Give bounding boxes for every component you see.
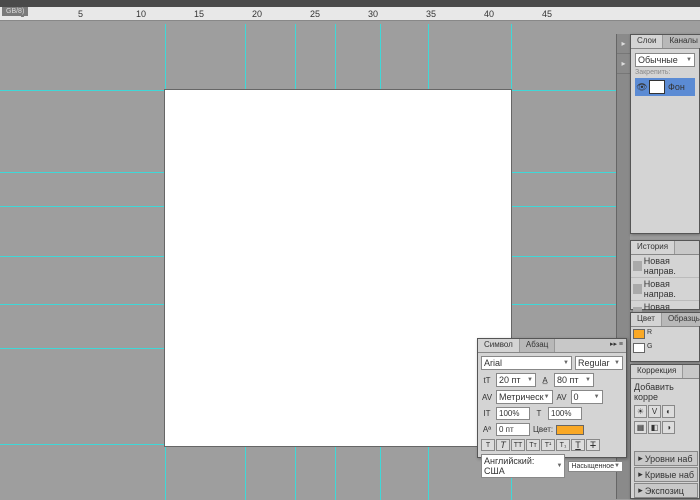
- add-adjustment-label: Добавить корре: [634, 382, 696, 402]
- layer-name: Фон: [668, 82, 685, 92]
- ruler-tick: 25: [310, 9, 368, 19]
- layers-panel: Слои Каналы Кон Обычные▼ Закрепить: 👁 Фо…: [630, 34, 700, 234]
- baseline-icon: Aª: [481, 425, 493, 435]
- collapsed-panel-icon[interactable]: ▸: [617, 34, 630, 54]
- collapsed-panel-icon[interactable]: ▸: [617, 54, 630, 74]
- ruler-tick: 15: [194, 9, 252, 19]
- superscript-button[interactable]: T¹: [541, 439, 555, 451]
- document-tab[interactable]: GB/8): [2, 7, 28, 16]
- strikethrough-button[interactable]: T: [586, 439, 600, 451]
- ruler-tick: 40: [484, 9, 542, 19]
- font-style-select[interactable]: Regular▼: [575, 356, 623, 370]
- chevron-down-icon: ▼: [563, 360, 569, 366]
- horizontal-scale-input[interactable]: 100%: [548, 407, 582, 420]
- subscript-button[interactable]: T₁: [556, 439, 570, 451]
- layer-thumbnail[interactable]: [649, 80, 665, 94]
- layer-row[interactable]: 👁 Фон: [635, 78, 695, 96]
- antialias-select[interactable]: Насыщенное▼: [568, 461, 623, 472]
- preset-link[interactable]: ▸ Уровни наб: [634, 451, 698, 466]
- chevron-down-icon: ▼: [614, 360, 620, 366]
- tracking-icon: AV: [556, 392, 568, 402]
- blend-mode-select[interactable]: Обычные▼: [635, 53, 695, 67]
- character-panel: Символ Абзац ▸▸ ≡ Arial▼ Regular▼ tT 20 …: [477, 338, 627, 458]
- foreground-swatch[interactable]: [633, 329, 645, 339]
- preset-links: ▸ Уровни наб ▸ Кривые наб ▸ Экспозиц: [634, 450, 698, 498]
- visibility-eye-icon[interactable]: 👁: [637, 82, 647, 92]
- adjustment-icon[interactable]: ☀: [634, 405, 647, 418]
- bold-button[interactable]: T: [481, 439, 495, 451]
- kerning-select[interactable]: Метрическ▼: [496, 390, 553, 404]
- channel-label: G: [647, 343, 652, 353]
- allcaps-button[interactable]: TT: [511, 439, 525, 451]
- vscale-icon: IT: [481, 409, 493, 419]
- history-step-icon: [633, 284, 642, 294]
- vertical-scale-input[interactable]: 100%: [496, 407, 530, 420]
- ruler-horizontal[interactable]: 0 5 10 15 20 25 30 35 40 45: [0, 7, 700, 21]
- font-family-select[interactable]: Arial▼: [481, 356, 572, 370]
- ruler-tick: 30: [368, 9, 426, 19]
- history-panel: История Новая направ. Новая направ. Нова…: [630, 240, 700, 310]
- text-color-swatch[interactable]: [556, 425, 584, 435]
- adjustment-icon[interactable]: ◐: [662, 405, 675, 418]
- panel-menu-icon[interactable]: ▸▸ ≡: [607, 339, 626, 352]
- preset-link[interactable]: ▸ Экспозиц: [634, 483, 698, 498]
- window-titlebar: [0, 0, 700, 7]
- history-step[interactable]: Новая направ.: [631, 278, 699, 301]
- kerning-icon: AV: [481, 392, 493, 402]
- chevron-down-icon: ▼: [686, 57, 692, 63]
- leading-icon: A̲: [539, 375, 551, 385]
- tab-history[interactable]: История: [631, 241, 675, 254]
- tab-adjustments[interactable]: Коррекция: [631, 365, 683, 378]
- tab-swatches[interactable]: Образцы: [662, 313, 700, 326]
- ruler-tick: 20: [252, 9, 310, 19]
- baseline-shift-input[interactable]: 0 пт: [496, 423, 530, 436]
- font-size-input[interactable]: 20 пт▼: [496, 373, 536, 387]
- tracking-input[interactable]: 0▼: [571, 390, 603, 404]
- font-size-icon: tT: [481, 375, 493, 385]
- underline-button[interactable]: T: [571, 439, 585, 451]
- tab-layers[interactable]: Слои: [631, 35, 663, 48]
- history-step[interactable]: Новая направ.: [631, 255, 699, 278]
- channel-label: R: [647, 329, 652, 339]
- adjustment-icon[interactable]: V: [648, 405, 661, 418]
- tab-character[interactable]: Символ: [478, 339, 520, 352]
- lock-label: Закрепить:: [635, 69, 695, 76]
- adjustment-icon[interactable]: ◧: [648, 421, 661, 434]
- adjustment-icon[interactable]: ▦: [634, 421, 647, 434]
- language-select[interactable]: Английский: США▼: [481, 454, 565, 478]
- italic-button[interactable]: T: [496, 439, 510, 451]
- color-label: Цвет:: [533, 425, 553, 434]
- ruler-tick: 35: [426, 9, 484, 19]
- tab-paragraph[interactable]: Абзац: [520, 339, 555, 352]
- ruler-tick: 10: [136, 9, 194, 19]
- background-swatch[interactable]: [633, 343, 645, 353]
- smallcaps-button[interactable]: Tᴛ: [526, 439, 540, 451]
- adjustment-icon[interactable]: ◑: [662, 421, 675, 434]
- tab-color[interactable]: Цвет: [631, 313, 662, 326]
- leading-input[interactable]: 80 пт▼: [554, 373, 594, 387]
- preset-link[interactable]: ▸ Кривые наб: [634, 467, 698, 482]
- ruler-tick: 45: [542, 9, 600, 19]
- tab-channels[interactable]: Каналы: [663, 35, 700, 48]
- color-panel: Цвет Образцы R G: [630, 312, 700, 362]
- artboard[interactable]: [165, 90, 511, 446]
- history-step-icon: [633, 261, 642, 271]
- ruler-tick: 0: [20, 9, 78, 19]
- hscale-icon: T: [533, 409, 545, 419]
- ruler-tick: 5: [78, 9, 136, 19]
